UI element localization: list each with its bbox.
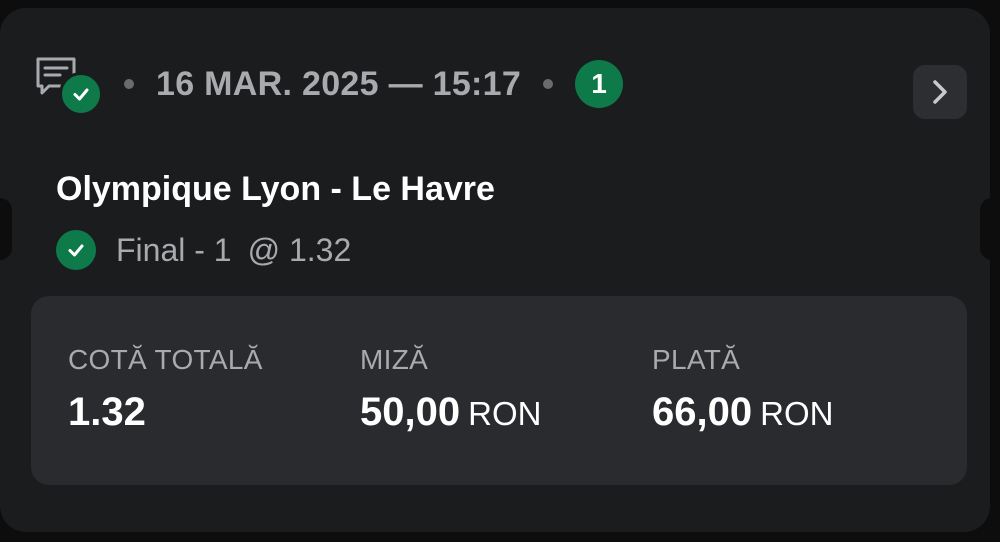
ticket-header: 16 MAR. 2025 — 15:17 1 <box>34 52 624 116</box>
chevron-right-icon <box>933 80 947 104</box>
total-odds-stat: COTĂ TOTALĂ 1.32 <box>68 344 263 435</box>
separator-dot <box>124 79 134 89</box>
ticket-status-icon-group <box>34 52 104 116</box>
check-icon <box>73 88 89 101</box>
stake-stat: MIZĂ 50,00 RON <box>360 344 541 435</box>
payout-currency: RON <box>760 395 834 432</box>
selection-market: Final - 1 <box>116 231 232 268</box>
payout-value: 66,00 <box>652 390 753 434</box>
ticket-notch-left <box>0 198 12 260</box>
stake-label: MIZĂ <box>360 344 429 375</box>
selection-odds: @ 1.32 <box>247 231 352 268</box>
stake-value-line: 50,00 RON <box>360 390 541 435</box>
payout-value-line: 66,00 RON <box>652 390 833 435</box>
match-title[interactable]: Olympique Lyon - Le Havre <box>56 170 495 209</box>
stake-currency: RON <box>468 395 542 432</box>
stake-value: 50,00 <box>360 390 461 434</box>
selection-won-badge <box>56 230 96 270</box>
open-ticket-button[interactable] <box>913 65 967 119</box>
selection-row: Final - 1 @ 1.32 <box>56 228 351 272</box>
payout-stat: PLATĂ 66,00 RON <box>652 344 833 435</box>
separator-dot <box>543 79 554 89</box>
total-odds-value: 1.32 <box>68 390 146 434</box>
check-icon <box>68 244 84 257</box>
ticket-notch-right <box>980 198 992 260</box>
payout-label: PLATĂ <box>652 344 741 375</box>
total-odds-label: COTĂ TOTALĂ <box>68 344 263 375</box>
status-check-badge <box>59 72 103 116</box>
selection-count-badge: 1 <box>575 60 624 108</box>
ticket-datetime: 16 MAR. 2025 — 15:17 <box>156 64 522 103</box>
ticket-summary: COTĂ TOTALĂ 1.32 MIZĂ 50,00 RON PLATĂ 66,… <box>31 296 967 485</box>
